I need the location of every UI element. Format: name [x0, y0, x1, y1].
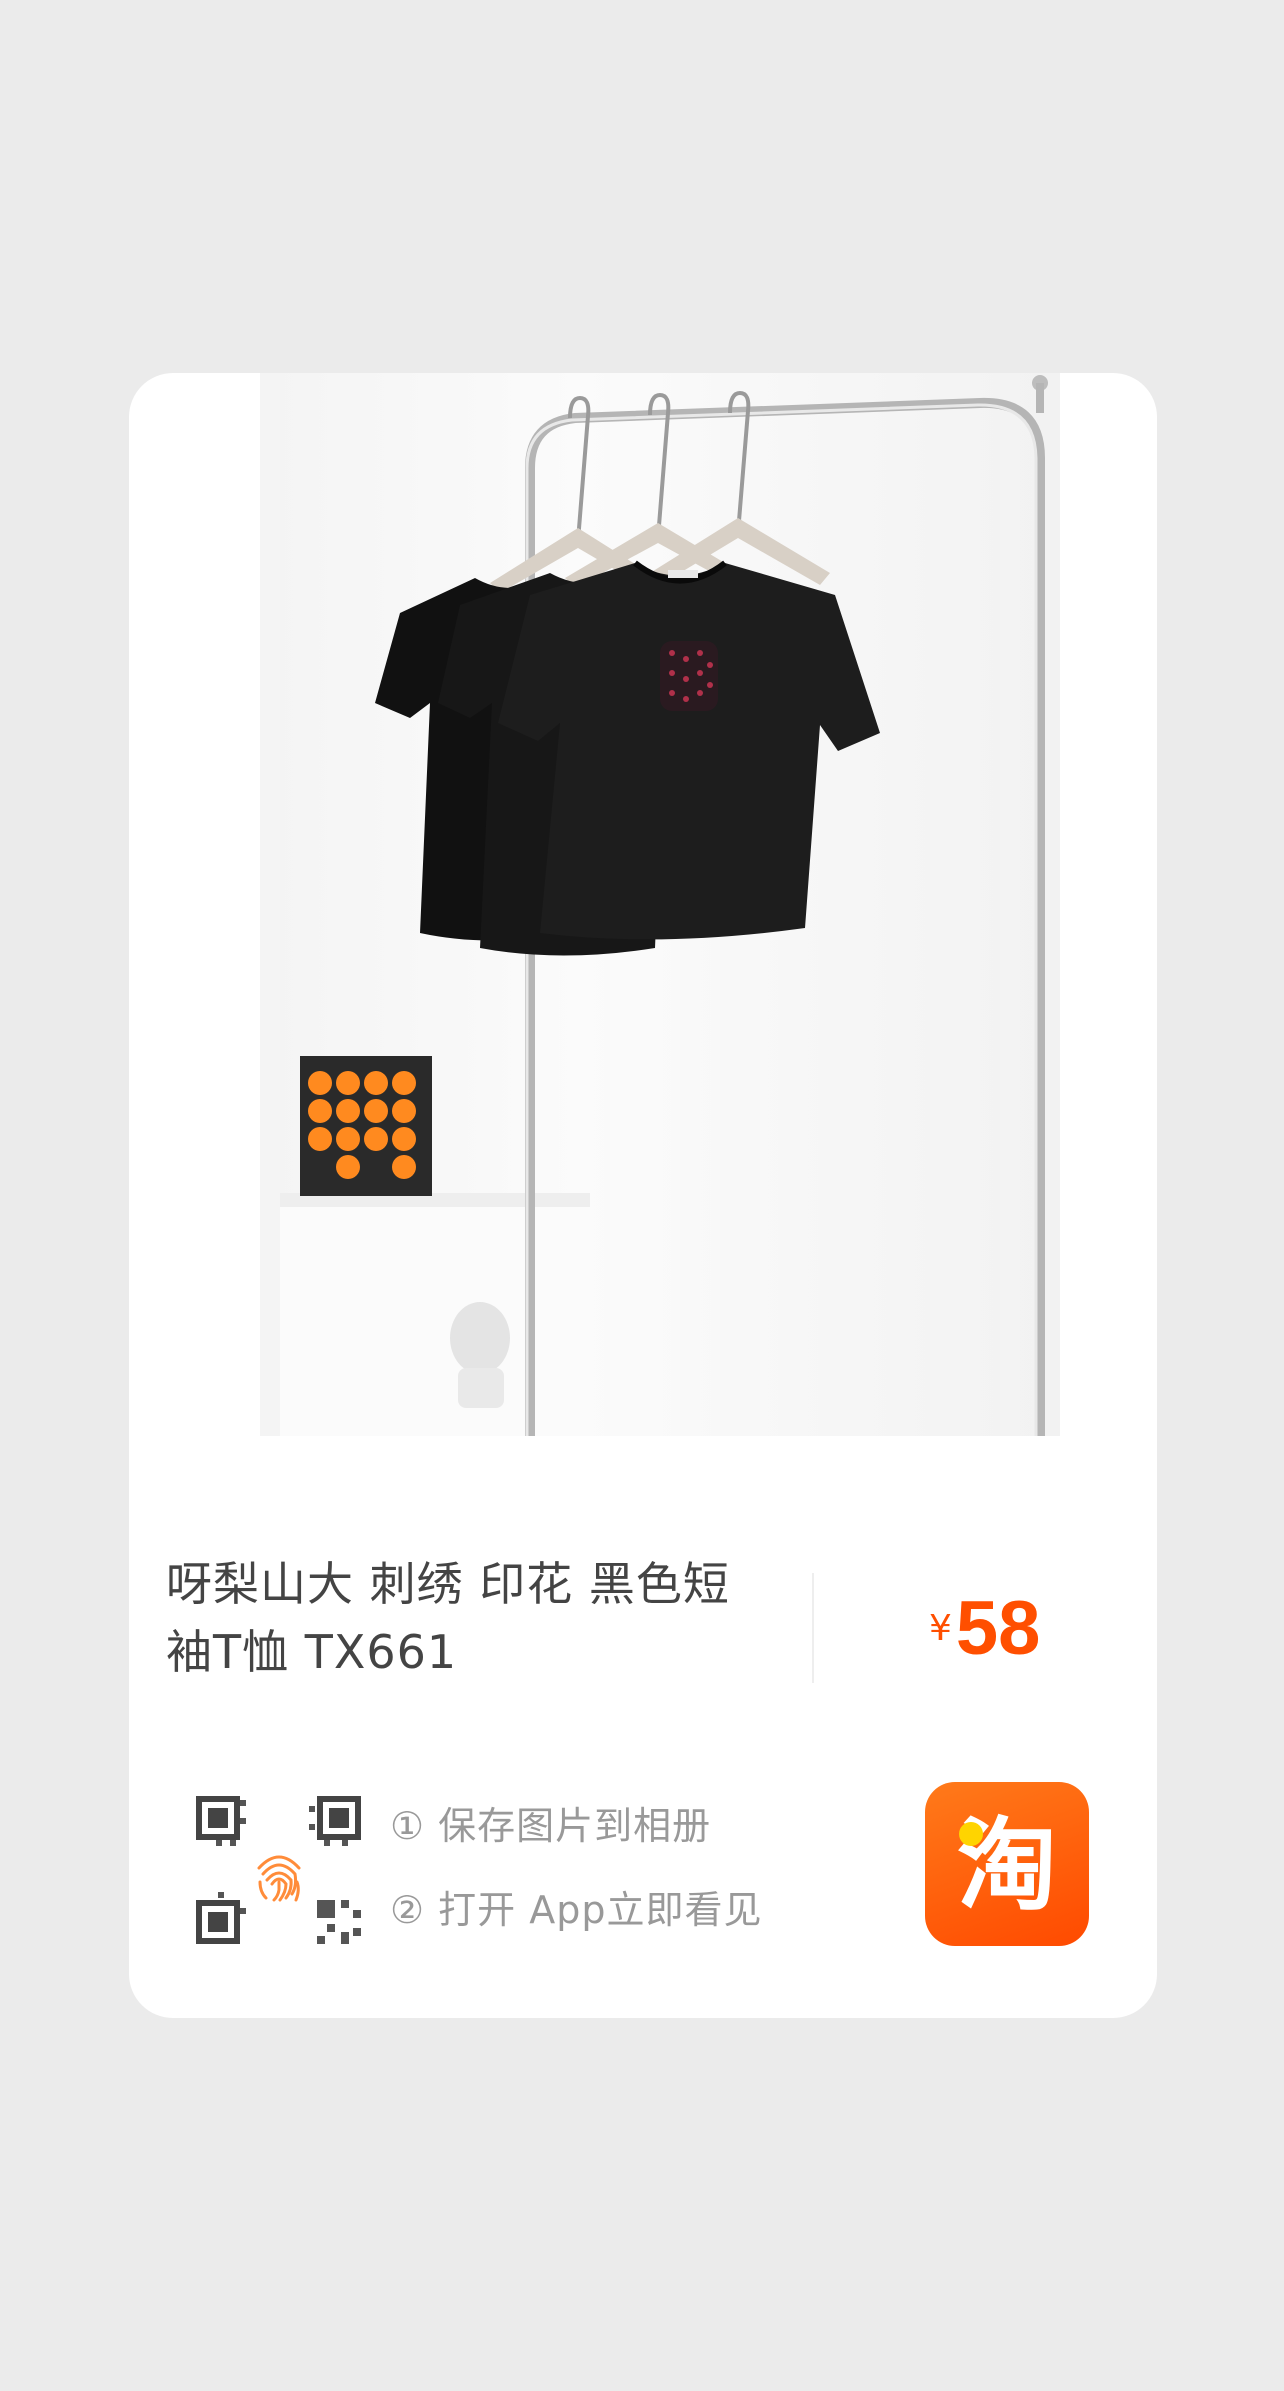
taobao-app-icon[interactable]: 淘 [925, 1782, 1089, 1946]
currency-symbol: ¥ [929, 1608, 952, 1649]
fingerprint-icon [257, 1855, 301, 1902]
product-title[interactable]: 呀梨山大 刺绣 印花 黑色短 袖T恤 TX661 [166, 1550, 766, 1686]
qr-scan-area[interactable] [196, 1778, 361, 1958]
qr-code-icon [196, 1796, 361, 1944]
product-title-line-2: 袖T恤 TX661 [166, 1625, 458, 1679]
divider [812, 1573, 814, 1683]
product-title-line-1: 呀梨山大 刺绣 印花 黑色短 [166, 1557, 730, 1611]
product-share-card: 呀梨山大 刺绣 印花 黑色短 袖T恤 TX661 ¥58 ① 保存图片到相册 ②… [129, 373, 1157, 2018]
taobao-icon: 淘 [957, 1807, 1057, 1924]
product-photo-illustration [280, 375, 1048, 1436]
product-price: ¥58 [929, 1585, 1040, 1672]
instruction-step-2: ② 打开 App立即看见 [390, 1888, 763, 1932]
instruction-step-1: ① 保存图片到相册 [390, 1804, 712, 1848]
product-photo[interactable] [260, 373, 1060, 1436]
price-amount: 58 [955, 1586, 1041, 1671]
